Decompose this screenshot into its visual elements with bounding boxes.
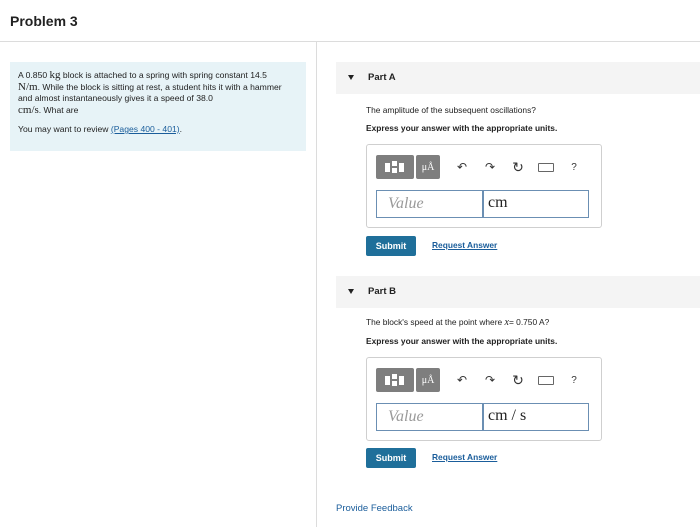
undo-icon[interactable]: ↶ [452,155,472,179]
keyboard-button[interactable] [536,368,556,392]
part-b-label: Part B [368,286,396,297]
provide-feedback-link[interactable]: Provide Feedback [336,503,413,514]
keyboard-icon [538,162,554,172]
templates-icon [384,160,406,174]
unit-input[interactable]: cm [483,190,589,218]
reset-icon[interactable]: ↻ [508,155,528,179]
part-b-answer-panel: μÅ ↶ ↷ ↻ ? Value cm / s [366,357,602,441]
part-b-submit-button[interactable]: Submit [366,448,416,468]
part-b-question: The block's speed at the point where x= … [366,317,550,328]
mass-unit: kg [49,69,61,81]
part-b-request-answer-link[interactable]: Request Answer [432,452,497,462]
part-b-instruction: Express your answer with the appropriate… [366,336,558,346]
problem-statement: A 0.850 kg block is attached to a spring… [10,62,306,151]
review-note: You may want to review (Pages 400 - 401)… [18,124,183,134]
part-a-question: The amplitude of the subsequent oscillat… [366,105,536,115]
templates-button[interactable] [376,155,414,179]
collapse-triangle-icon[interactable] [348,75,354,80]
keyboard-button[interactable] [536,155,556,179]
help-icon[interactable]: ? [564,368,584,392]
redo-icon[interactable]: ↷ [480,155,500,179]
keyboard-icon [538,375,554,385]
units-button[interactable]: μÅ [416,368,440,392]
column-divider [316,42,317,527]
redo-icon[interactable]: ↷ [480,368,500,392]
reset-icon[interactable]: ↻ [508,368,528,392]
unit-input[interactable]: cm / s [483,403,589,431]
part-a-label: Part A [368,72,396,83]
value-input[interactable]: Value [376,190,483,218]
help-icon[interactable]: ? [564,155,584,179]
problem-header: Problem 3 [0,0,700,42]
templates-button[interactable] [376,368,414,392]
review-pages-link[interactable]: (Pages 400 - 401) [111,124,180,134]
problem-text: A 0.850 kg block is attached to a spring… [18,69,282,116]
spring-constant-unit: N/m [18,80,38,93]
part-a-request-answer-link[interactable]: Request Answer [432,240,497,250]
templates-icon [384,373,406,387]
part-a-instruction: Express your answer with the appropriate… [366,123,558,133]
part-a-submit-button[interactable]: Submit [366,236,416,256]
part-a-answer-panel: μÅ ↶ ↷ ↻ ? Value cm [366,144,602,228]
part-a-header[interactable]: Part A [336,62,700,94]
undo-icon[interactable]: ↶ [452,368,472,392]
problem-title: Problem 3 [10,13,78,29]
collapse-triangle-icon[interactable] [348,289,354,294]
units-button[interactable]: μÅ [416,155,440,179]
value-input[interactable]: Value [376,403,483,431]
speed-unit: cm/s [18,103,39,116]
part-b-header[interactable]: Part B [336,276,700,308]
